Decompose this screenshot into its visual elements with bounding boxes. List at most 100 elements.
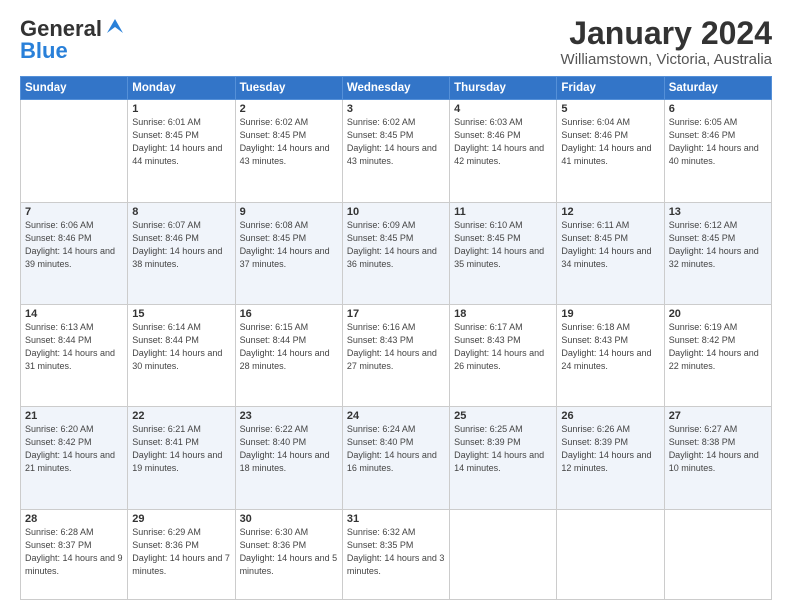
day-number: 12 [561,206,659,218]
calendar-table: Sunday Monday Tuesday Wednesday Thursday… [20,76,772,600]
day-info: Sunrise: 6:10 AMSunset: 8:45 PMDaylight:… [454,219,552,271]
day-info: Sunrise: 6:09 AMSunset: 8:45 PMDaylight:… [347,219,445,271]
day-info: Sunrise: 6:29 AMSunset: 8:36 PMDaylight:… [132,526,230,578]
header: General Blue January 2024 Williamstown, … [20,16,772,68]
day-number: 26 [561,410,659,422]
day-number: 25 [454,410,552,422]
table-row: 21Sunrise: 6:20 AMSunset: 8:42 PMDayligh… [21,407,128,509]
table-row: 27Sunrise: 6:27 AMSunset: 8:38 PMDayligh… [664,407,771,509]
calendar-week-row: 21Sunrise: 6:20 AMSunset: 8:42 PMDayligh… [21,407,772,509]
main-title: January 2024 [561,16,772,51]
day-number: 3 [347,103,445,115]
table-row: 13Sunrise: 6:12 AMSunset: 8:45 PMDayligh… [664,202,771,304]
header-wednesday: Wednesday [342,77,449,100]
header-friday: Friday [557,77,664,100]
table-row: 15Sunrise: 6:14 AMSunset: 8:44 PMDayligh… [128,304,235,406]
day-info: Sunrise: 6:13 AMSunset: 8:44 PMDaylight:… [25,321,123,373]
day-number: 13 [669,206,767,218]
day-info: Sunrise: 6:20 AMSunset: 8:42 PMDaylight:… [25,423,123,475]
day-info: Sunrise: 6:26 AMSunset: 8:39 PMDaylight:… [561,423,659,475]
header-tuesday: Tuesday [235,77,342,100]
header-thursday: Thursday [450,77,557,100]
day-info: Sunrise: 6:27 AMSunset: 8:38 PMDaylight:… [669,423,767,475]
day-number: 19 [561,308,659,320]
table-row: 18Sunrise: 6:17 AMSunset: 8:43 PMDayligh… [450,304,557,406]
table-row: 8Sunrise: 6:07 AMSunset: 8:46 PMDaylight… [128,202,235,304]
day-number: 1 [132,103,230,115]
day-info: Sunrise: 6:32 AMSunset: 8:35 PMDaylight:… [347,526,445,578]
subtitle: Williamstown, Victoria, Australia [561,51,772,68]
table-row: 1Sunrise: 6:01 AMSunset: 8:45 PMDaylight… [128,100,235,202]
table-row [450,509,557,599]
day-info: Sunrise: 6:22 AMSunset: 8:40 PMDaylight:… [240,423,338,475]
day-info: Sunrise: 6:03 AMSunset: 8:46 PMDaylight:… [454,116,552,168]
title-block: January 2024 Williamstown, Victoria, Aus… [561,16,772,68]
day-number: 16 [240,308,338,320]
logo-bird-icon [105,17,123,35]
table-row [664,509,771,599]
table-row: 3Sunrise: 6:02 AMSunset: 8:45 PMDaylight… [342,100,449,202]
day-number: 29 [132,513,230,525]
table-row: 9Sunrise: 6:08 AMSunset: 8:45 PMDaylight… [235,202,342,304]
day-number: 21 [25,410,123,422]
table-row: 28Sunrise: 6:28 AMSunset: 8:37 PMDayligh… [21,509,128,599]
logo-blue: Blue [20,38,68,64]
table-row: 4Sunrise: 6:03 AMSunset: 8:46 PMDaylight… [450,100,557,202]
day-number: 2 [240,103,338,115]
day-number: 11 [454,206,552,218]
page: General Blue January 2024 Williamstown, … [0,0,792,612]
day-info: Sunrise: 6:30 AMSunset: 8:36 PMDaylight:… [240,526,338,578]
table-row: 2Sunrise: 6:02 AMSunset: 8:45 PMDaylight… [235,100,342,202]
day-info: Sunrise: 6:17 AMSunset: 8:43 PMDaylight:… [454,321,552,373]
day-info: Sunrise: 6:28 AMSunset: 8:37 PMDaylight:… [25,526,123,578]
day-info: Sunrise: 6:21 AMSunset: 8:41 PMDaylight:… [132,423,230,475]
calendar-week-row: 28Sunrise: 6:28 AMSunset: 8:37 PMDayligh… [21,509,772,599]
day-number: 6 [669,103,767,115]
day-number: 8 [132,206,230,218]
calendar-week-row: 1Sunrise: 6:01 AMSunset: 8:45 PMDaylight… [21,100,772,202]
day-info: Sunrise: 6:05 AMSunset: 8:46 PMDaylight:… [669,116,767,168]
table-row: 22Sunrise: 6:21 AMSunset: 8:41 PMDayligh… [128,407,235,509]
weekday-header-row: Sunday Monday Tuesday Wednesday Thursday… [21,77,772,100]
logo: General Blue [20,16,123,64]
table-row: 30Sunrise: 6:30 AMSunset: 8:36 PMDayligh… [235,509,342,599]
header-saturday: Saturday [664,77,771,100]
day-number: 20 [669,308,767,320]
table-row: 5Sunrise: 6:04 AMSunset: 8:46 PMDaylight… [557,100,664,202]
day-info: Sunrise: 6:01 AMSunset: 8:45 PMDaylight:… [132,116,230,168]
table-row: 24Sunrise: 6:24 AMSunset: 8:40 PMDayligh… [342,407,449,509]
day-info: Sunrise: 6:02 AMSunset: 8:45 PMDaylight:… [240,116,338,168]
table-row: 20Sunrise: 6:19 AMSunset: 8:42 PMDayligh… [664,304,771,406]
day-number: 23 [240,410,338,422]
day-info: Sunrise: 6:12 AMSunset: 8:45 PMDaylight:… [669,219,767,271]
day-info: Sunrise: 6:07 AMSunset: 8:46 PMDaylight:… [132,219,230,271]
day-info: Sunrise: 6:06 AMSunset: 8:46 PMDaylight:… [25,219,123,271]
calendar-week-row: 14Sunrise: 6:13 AMSunset: 8:44 PMDayligh… [21,304,772,406]
day-number: 14 [25,308,123,320]
day-number: 7 [25,206,123,218]
table-row: 16Sunrise: 6:15 AMSunset: 8:44 PMDayligh… [235,304,342,406]
day-number: 4 [454,103,552,115]
day-info: Sunrise: 6:24 AMSunset: 8:40 PMDaylight:… [347,423,445,475]
day-number: 5 [561,103,659,115]
header-monday: Monday [128,77,235,100]
day-number: 17 [347,308,445,320]
table-row: 10Sunrise: 6:09 AMSunset: 8:45 PMDayligh… [342,202,449,304]
table-row: 23Sunrise: 6:22 AMSunset: 8:40 PMDayligh… [235,407,342,509]
day-info: Sunrise: 6:25 AMSunset: 8:39 PMDaylight:… [454,423,552,475]
day-info: Sunrise: 6:15 AMSunset: 8:44 PMDaylight:… [240,321,338,373]
calendar-week-row: 7Sunrise: 6:06 AMSunset: 8:46 PMDaylight… [21,202,772,304]
day-number: 22 [132,410,230,422]
table-row: 7Sunrise: 6:06 AMSunset: 8:46 PMDaylight… [21,202,128,304]
day-number: 31 [347,513,445,525]
table-row: 11Sunrise: 6:10 AMSunset: 8:45 PMDayligh… [450,202,557,304]
day-info: Sunrise: 6:18 AMSunset: 8:43 PMDaylight:… [561,321,659,373]
table-row: 19Sunrise: 6:18 AMSunset: 8:43 PMDayligh… [557,304,664,406]
table-row: 17Sunrise: 6:16 AMSunset: 8:43 PMDayligh… [342,304,449,406]
day-number: 18 [454,308,552,320]
day-number: 15 [132,308,230,320]
day-info: Sunrise: 6:08 AMSunset: 8:45 PMDaylight:… [240,219,338,271]
day-info: Sunrise: 6:14 AMSunset: 8:44 PMDaylight:… [132,321,230,373]
table-row: 26Sunrise: 6:26 AMSunset: 8:39 PMDayligh… [557,407,664,509]
table-row: 14Sunrise: 6:13 AMSunset: 8:44 PMDayligh… [21,304,128,406]
